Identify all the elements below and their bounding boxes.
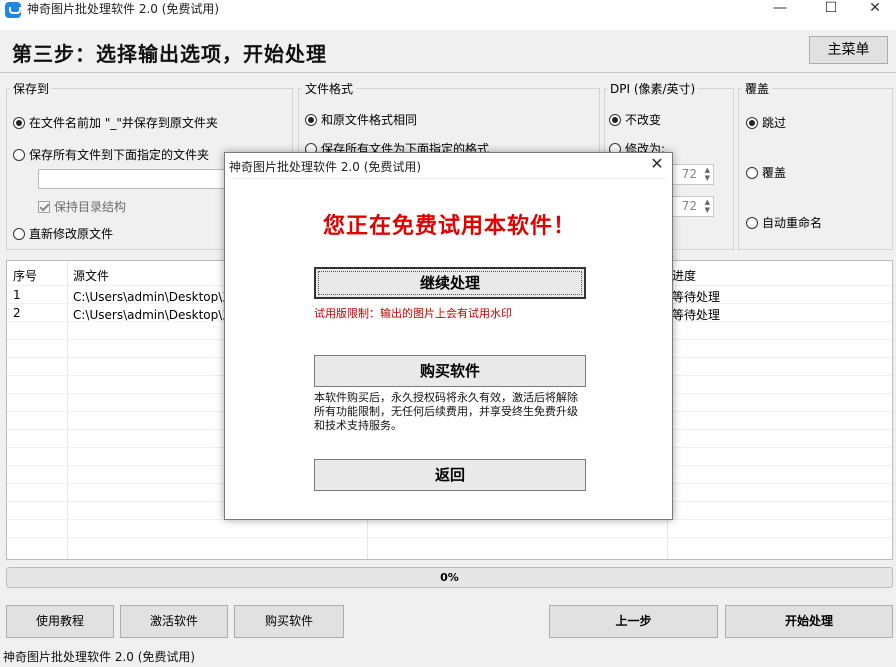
radio-icon[interactable] — [13, 148, 25, 161]
status-bar: 神奇图片批处理软件 2.0 (免费试用) — [3, 650, 196, 664]
row-2-index[interactable]: 2 — [13, 306, 21, 320]
maximize-icon[interactable]: ☐ — [808, 0, 854, 18]
save-prefix-option[interactable]: 在文件名前加 "_"并保存到原文件夹 — [13, 114, 218, 131]
tutorial-button[interactable]: 使用教程 — [6, 605, 114, 638]
start-processing-button[interactable]: 开始处理 — [725, 605, 893, 638]
window-title: 神奇图片批处理软件 2.0 (免费试用) — [27, 2, 220, 16]
radio-icon[interactable] — [746, 216, 758, 229]
row-divider — [7, 537, 892, 538]
app-icon — [5, 2, 21, 18]
row-1-index[interactable]: 1 — [13, 288, 21, 302]
app-window: 神奇图片批处理软件 2.0 (免费试用) — ☐ ✕ 第三步：选择输出选项，开始… — [0, 0, 896, 667]
save-folder-option[interactable]: 保存所有文件到下面指定的文件夹 — [13, 146, 209, 163]
radio-selected-icon[interactable] — [305, 113, 317, 126]
title-bar: 神奇图片批处理软件 2.0 (免费试用) — ☐ ✕ — [0, 0, 896, 30]
format-same-option[interactable]: 和原文件格式相同 — [305, 111, 417, 128]
continue-button[interactable]: 继续处理 — [314, 267, 586, 299]
progress-bar: 0% — [6, 567, 893, 588]
trial-dialog: 神奇图片批处理软件 2.0 (免费试用) ✕ 您正在免费试用本软件！ 继续处理 … — [224, 152, 673, 520]
keep-structure-checkbox[interactable]: 保持目录结构 — [38, 198, 126, 215]
spinner-arrows-icon[interactable]: ▲ ▼ — [705, 166, 710, 182]
column-header-progress[interactable]: 进度 — [672, 267, 696, 284]
dialog-back-button[interactable]: 返回 — [314, 459, 586, 491]
dpi-keep-option[interactable]: 不改变 — [609, 111, 661, 128]
minimize-icon[interactable]: — — [757, 0, 803, 18]
main-menu-button[interactable]: 主菜单 — [809, 36, 888, 64]
overwrite-label: 覆盖 — [742, 80, 773, 97]
overwrite-skip-option[interactable]: 跳过 — [746, 114, 786, 131]
save-prefix-label: 在文件名前加 "_"并保存到原文件夹 — [29, 116, 218, 130]
dialog-title: 神奇图片批处理软件 2.0 (免费试用) — [229, 160, 422, 174]
save-to-label: 保存到 — [10, 80, 53, 97]
trial-limit-note: 试用版限制：输出的图片上会有试用水印 — [314, 307, 512, 320]
overwrite-original-label: 直新修改原文件 — [29, 227, 114, 241]
buy-button[interactable]: 购买软件 — [234, 605, 344, 638]
radio-selected-icon[interactable] — [609, 113, 621, 126]
overwrite-replace-label: 覆盖 — [762, 166, 787, 180]
dpi-label: DPI (像素/英寸) — [607, 80, 699, 97]
overwrite-original-option[interactable]: 直新修改原文件 — [13, 225, 113, 242]
spinner-arrows-icon[interactable]: ▲ ▼ — [705, 198, 710, 214]
overwrite-rename-option[interactable]: 自动重命名 — [746, 214, 822, 231]
close-icon[interactable]: ✕ — [852, 0, 896, 18]
trial-heading: 您正在免费试用本软件！ — [322, 213, 576, 239]
radio-selected-icon[interactable] — [746, 116, 758, 129]
format-same-label: 和原文件格式相同 — [321, 113, 418, 127]
dialog-close-icon[interactable]: ✕ — [649, 156, 665, 172]
save-folder-label: 保存所有文件到下面指定的文件夹 — [29, 148, 210, 162]
previous-step-button[interactable]: 上一步 — [549, 605, 718, 638]
page-title: 第三步：选择输出选项，开始处理 — [12, 42, 327, 66]
radio-selected-icon[interactable] — [13, 116, 25, 129]
dpi-keep-label: 不改变 — [625, 113, 662, 127]
dpi-x-value: 72 — [681, 167, 697, 181]
column-header-source[interactable]: 源文件 — [73, 267, 109, 284]
keep-structure-label: 保持目录结构 — [54, 200, 127, 214]
column-divider — [67, 261, 68, 559]
overwrite-rename-label: 自动重命名 — [762, 216, 823, 230]
progress-text: 0% — [440, 571, 459, 584]
buy-description: 本软件购买后，永久授权码将永久有效，激活后将解除所有功能限制，无任何后续费用，并… — [314, 391, 578, 432]
checkbox-checked-icon[interactable] — [38, 200, 50, 213]
dialog-buy-button[interactable]: 购买软件 — [314, 355, 586, 387]
dpi-y-value: 72 — [681, 199, 697, 213]
overwrite-replace-option[interactable]: 覆盖 — [746, 164, 786, 181]
radio-icon[interactable] — [13, 227, 25, 240]
activate-button[interactable]: 激活软件 — [120, 605, 228, 638]
header-divider — [0, 72, 896, 73]
file-format-label: 文件格式 — [302, 80, 357, 97]
radio-icon[interactable] — [746, 166, 758, 179]
column-header-index[interactable]: 序号 — [13, 267, 37, 284]
overwrite-skip-label: 跳过 — [762, 116, 787, 130]
